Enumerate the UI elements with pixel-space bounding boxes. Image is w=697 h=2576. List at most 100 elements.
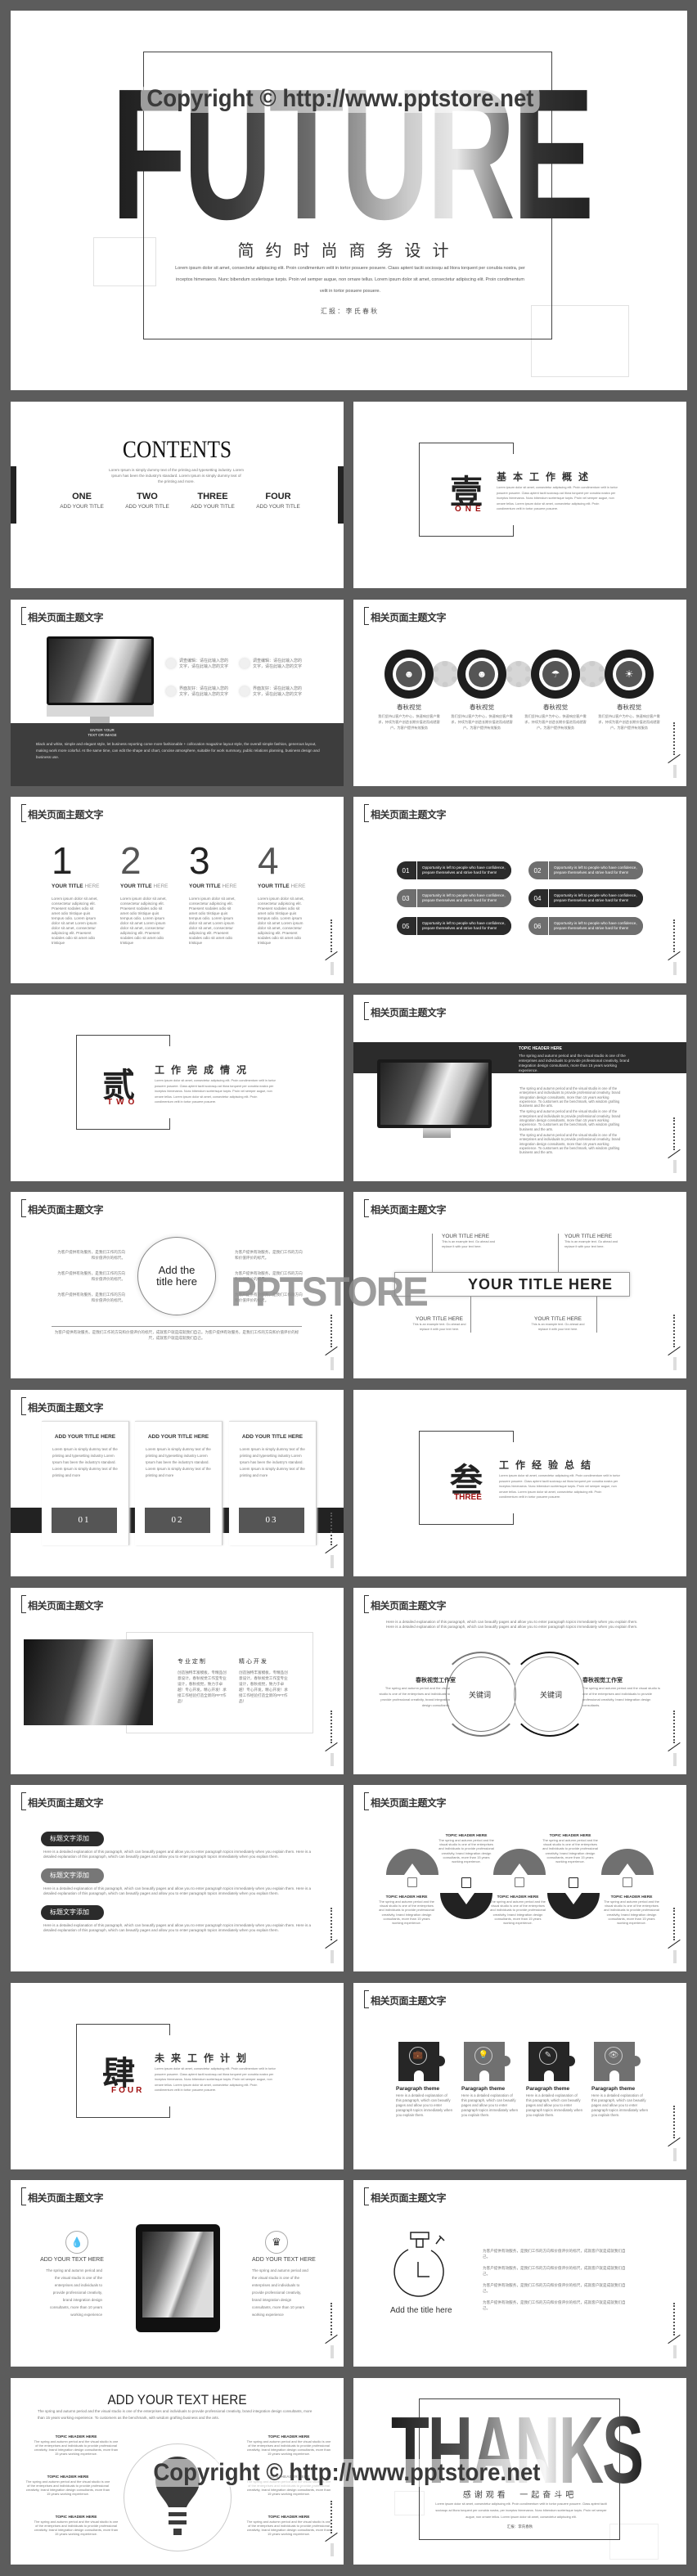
label-pill[interactable]: 标题文字添加 xyxy=(41,1905,104,1920)
step-title: YOUR TITLE xyxy=(52,883,83,889)
card-text: Lorem Ipsum is simply dummy text of the … xyxy=(240,1447,305,1477)
side-decoration xyxy=(324,2501,338,2556)
puzzle-piece[interactable]: 👁 xyxy=(594,2042,641,2082)
topic-item: TOPIC HEADER HEREThe spring and autumn p… xyxy=(34,2435,119,2456)
page-title: 相关页面主题文字 xyxy=(371,1600,447,1612)
page-title: 相关页面主题文字 xyxy=(371,2192,447,2204)
page-title: 相关页面主题文字 xyxy=(28,2192,104,2204)
contents-item[interactable]: THREE ADD YOUR TITLE xyxy=(184,492,241,510)
gear-item[interactable]: ☻ xyxy=(457,650,506,699)
gray-dome xyxy=(386,1849,438,1875)
header-bracket xyxy=(21,607,26,625)
thanks-body: Lorem ipsum dolor sit amet, consectetur … xyxy=(435,2502,607,2519)
slide-monitor-topic[interactable]: 相关页面主题文字 TOPIC HEADER HERE The spring an… xyxy=(353,995,686,1181)
bulb-intro: The spring and autumn period and the vis… xyxy=(38,2409,313,2420)
slide-puzzle[interactable]: 相关页面主题文字 💼 Paragraph theme Here is a det… xyxy=(353,1983,686,2169)
contents-item[interactable]: ONE ADD YOUR TITLE xyxy=(53,492,110,510)
tree-item: YOUR TITLE HERE This is an example text. … xyxy=(531,1316,585,1331)
pill-item[interactable]: 01 Opportunity is left to people who have… xyxy=(397,861,511,879)
slide-photo-text[interactable]: 相关页面主题文字 专 业 定 制 精 心 开 发 创造独特丰富模板，专精品创意设… xyxy=(11,1588,344,1774)
step-text: Lorem ipsum dolor sit amet, consectetur … xyxy=(120,897,167,945)
header-bracket xyxy=(364,1792,369,1810)
studio-right: 春秋视觉工作室 xyxy=(582,1678,623,1684)
slide-section-three[interactable]: 叁 THREE 工作经验总结 Lorem ipsum dolor sit ame… xyxy=(353,1390,686,1576)
slide-domes[interactable]: 相关页面主题文字 TOPIC HEADER HERE The spring and… xyxy=(353,1785,686,1971)
step-text: Lorem ipsum dolor sit amet, consectetur … xyxy=(258,897,304,945)
contents-body: Lorem Ipsum is simply dummy text of the … xyxy=(109,468,244,483)
gear-item[interactable]: ☂ xyxy=(531,650,580,699)
slide-section-two[interactable]: 贰 TWO 工作完成情况 Lorem ipsum dolor sit amet,… xyxy=(11,995,344,1181)
feature-item[interactable]: 界面友好：请在此输入您的文字，请在此输入您的文字 xyxy=(240,686,305,698)
side-decoration xyxy=(324,919,338,975)
puzzle-piece[interactable]: 💡 xyxy=(464,2042,510,2082)
keyword-left: 关键词 xyxy=(469,1691,492,1699)
label-pill[interactable]: 标题文字添加 xyxy=(41,1832,104,1846)
gear-item[interactable]: ☀ xyxy=(605,650,654,699)
slide-contents[interactable]: CONTENTS Lorem Ipsum is simply dummy tex… xyxy=(11,402,344,588)
pencil-icon xyxy=(166,686,176,696)
pill-item[interactable]: 06 Opportunity is left to people who have… xyxy=(528,917,643,935)
sun-icon: ☀ xyxy=(616,661,642,687)
bullet-list: 为客户提供有效服务，是我们工作的方向和价值评价的标尺，成就客户就是成就我们自己。… xyxy=(476,2248,632,2317)
slide-tablet[interactable]: 相关页面主题文字 💧 ♛ ADD YOUR TEXT HERE The spri… xyxy=(11,2180,344,2367)
gear-label: 春秋视觉 xyxy=(543,704,568,711)
lightbulb-icon: 💡 xyxy=(474,2047,492,2065)
title-circle: Add the title here xyxy=(137,1237,216,1315)
header-bracket xyxy=(364,1595,369,1613)
cover-body: Lorem ipsum dolor sit amet, consectetur … xyxy=(175,266,525,294)
side-decoration xyxy=(324,2303,338,2358)
pill-item[interactable]: 03 Opportunity is left to people who have… xyxy=(397,889,511,907)
tree-item: YOUR TITLE HERE This is an example text. … xyxy=(412,1316,466,1331)
band-title: ENTER YOUR TEXT OR IMAGE xyxy=(88,728,117,737)
tools-icon xyxy=(240,686,250,696)
gear-label: 春秋视觉 xyxy=(617,704,641,711)
tablet-image xyxy=(136,2224,220,2332)
slide-stopwatch[interactable]: 相关页面主题文字 Add the title here 为客户提供有效服务，是我… xyxy=(353,2180,686,2367)
slide-gears[interactable]: 相关页面主题文字 ☻ 春秋视觉 我们坚持以客户为中心，快速响应客户需求，持续为客… xyxy=(353,600,686,786)
slide-infinity[interactable]: 相关页面主题文字 Here is a detailed explanation … xyxy=(353,1588,686,1774)
column-text: 创造独特丰富模板，专精品创意设计，春秋视觉工作室专业设计，春秋视觉，致力于卓越！… xyxy=(178,1670,227,1703)
pill-item[interactable]: 02 Opportunity is left to people who have… xyxy=(528,861,643,879)
slide-section-one[interactable]: 壹 ONE 基本工作概述 Lorem ipsum dolor sit amet,… xyxy=(353,402,686,588)
column-heading: 专 业 定 制 xyxy=(178,1659,205,1665)
puzzle-piece[interactable]: 💼 xyxy=(398,2042,445,2082)
slide-monitor-features[interactable]: 相关页面主题文字 调查编辑：请在此输入您的文字，请在此输入您的文字 调查编辑：请… xyxy=(11,600,344,786)
header-bracket xyxy=(364,804,369,822)
side-bar xyxy=(11,466,16,524)
slide-numbered-steps[interactable]: 相关页面主题文字 1 YOUR TITLE HERE Lorem ipsum d… xyxy=(11,797,344,983)
intro-text: Here is a detailed explanation of this p… xyxy=(386,1625,638,1629)
gear-item[interactable]: ☻ xyxy=(384,650,434,699)
page-title: 相关页面主题文字 xyxy=(371,1204,447,1216)
puzzle-text: Here is a detailed explanation of this p… xyxy=(526,2093,583,2117)
devices-icon xyxy=(407,1877,417,1887)
pill-item[interactable]: 04 Opportunity is left to people who have… xyxy=(528,889,643,907)
card-text: Lorem Ipsum is simply dummy text of the … xyxy=(52,1447,118,1477)
feature-item[interactable]: 调查编辑：请在此输入您的文字，请在此输入您的文字 xyxy=(166,659,232,670)
side-decoration xyxy=(324,1908,338,1963)
slide-labels[interactable]: 相关页面主题文字 标题文字添加 Here is a detailed expla… xyxy=(11,1785,344,1971)
feature-item[interactable]: 调查编辑：请在此输入您的文字，请在此输入您的文字 xyxy=(240,659,305,670)
puzzle-title: Paragraph theme xyxy=(526,2086,570,2092)
label-text: Here is a detailed explanation of this p… xyxy=(43,1850,312,1859)
label-text: Here is a detailed explanation of this p… xyxy=(43,1886,312,1895)
topic-item: TOPIC HEADER HEREThe spring and autumn p… xyxy=(246,2515,331,2536)
slide-section-four[interactable]: 肆 FOUR 未来工作计划 Lorem ipsum dolor sit amet… xyxy=(11,1983,344,2169)
header-bracket xyxy=(364,1199,369,1217)
list-item: 为客户提供有效服务，是我们工作的方向和价值评价的标尺。 xyxy=(57,1271,125,1281)
bullet-list: The spring and autumn period and the vis… xyxy=(519,1086,626,1154)
contents-item[interactable]: TWO ADD YOUR TITLE xyxy=(119,492,176,510)
bullet-item: The spring and autumn period and the vis… xyxy=(519,1086,621,1108)
header-bracket xyxy=(364,1990,369,2008)
slide-pills[interactable]: 相关页面主题文字 01 Opportunity is left to people… xyxy=(353,797,686,983)
label-pill[interactable]: 标题文字添加 xyxy=(41,1868,104,1883)
dark-band: ENTER YOUR TEXT OR IMAGE Black and white… xyxy=(11,723,344,786)
puzzle-text: Here is a detailed explanation of this p… xyxy=(591,2093,649,2117)
step-number: 2 xyxy=(120,839,142,882)
puzzle-piece[interactable]: ✎ xyxy=(528,2042,575,2082)
slide-cover[interactable]: FUTURE 简约时尚商务设计 Lorem ipsum dolor sit am… xyxy=(11,11,687,390)
devices-icon xyxy=(515,1877,524,1887)
feature-item[interactable]: 界面友好：请在此输入您的文字，请在此输入您的文字 xyxy=(166,686,232,698)
slide-cards[interactable]: 相关页面主题文字 ADD YOUR TITLE HERE Lorem Ipsum… xyxy=(11,1390,344,1576)
pill-item[interactable]: 05 Opportunity is left to people who have… xyxy=(397,917,511,935)
contents-item[interactable]: FOUR ADD YOUR TITLE xyxy=(250,492,307,510)
